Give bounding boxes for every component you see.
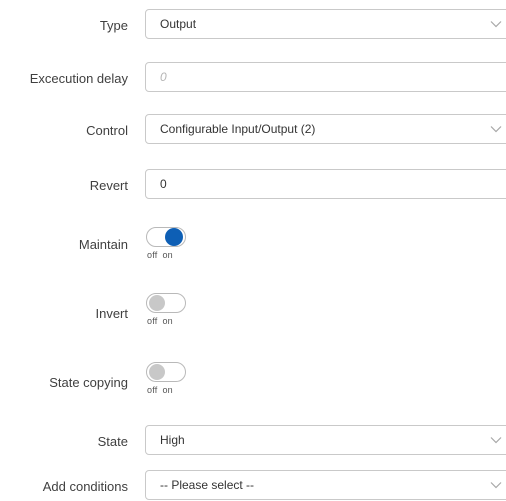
- control-select-value: Configurable Input/Output (2): [160, 122, 316, 136]
- state-copying-toggle[interactable]: [146, 362, 186, 382]
- state-select-value: High: [160, 433, 185, 447]
- maintain-toggle-wrap: off on: [146, 227, 186, 260]
- state-copying-on-label: on: [162, 385, 173, 395]
- invert-toggle[interactable]: [146, 293, 186, 313]
- add-conditions-select[interactable]: -- Please select --: [145, 470, 506, 500]
- invert-on-label: on: [162, 316, 173, 326]
- add-conditions-label: Add conditions: [42, 479, 128, 494]
- chevron-down-icon: [490, 437, 502, 444]
- execution-delay-input[interactable]: 0: [145, 62, 506, 92]
- invert-toggle-labels: off on: [147, 316, 186, 326]
- state-copying-label: State copying: [49, 375, 128, 390]
- invert-label: Invert: [95, 306, 128, 321]
- maintain-off-label: off: [147, 250, 158, 260]
- invert-off-label: off: [147, 316, 158, 326]
- maintain-toggle[interactable]: [146, 227, 186, 247]
- revert-label: Revert: [89, 178, 128, 193]
- maintain-label: Maintain: [78, 237, 128, 252]
- state-label: State: [97, 434, 128, 449]
- type-select-value: Output: [160, 17, 197, 31]
- type-label: Type: [99, 18, 128, 33]
- add-conditions-select-value: -- Please select --: [160, 478, 255, 492]
- revert-input[interactable]: 0: [145, 169, 506, 199]
- invert-toggle-knob: [149, 295, 165, 311]
- chevron-down-icon: [490, 482, 502, 489]
- type-select[interactable]: Output: [145, 9, 506, 39]
- chevron-down-icon: [490, 126, 502, 133]
- execution-delay-placeholder: 0: [160, 70, 167, 84]
- state-select[interactable]: High: [145, 425, 506, 455]
- control-select[interactable]: Configurable Input/Output (2): [145, 114, 506, 144]
- invert-toggle-wrap: off on: [146, 293, 186, 326]
- state-copying-toggle-labels: off on: [147, 385, 186, 395]
- state-copying-toggle-knob: [149, 364, 165, 380]
- maintain-on-label: on: [162, 250, 173, 260]
- execution-delay-label: Excecution delay: [29, 71, 128, 86]
- maintain-toggle-knob: [165, 228, 183, 246]
- chevron-down-icon: [490, 21, 502, 28]
- state-copying-toggle-wrap: off on: [146, 362, 186, 395]
- state-copying-off-label: off: [147, 385, 158, 395]
- maintain-toggle-labels: off on: [147, 250, 186, 260]
- revert-input-value: 0: [160, 177, 167, 191]
- control-label: Control: [86, 123, 128, 138]
